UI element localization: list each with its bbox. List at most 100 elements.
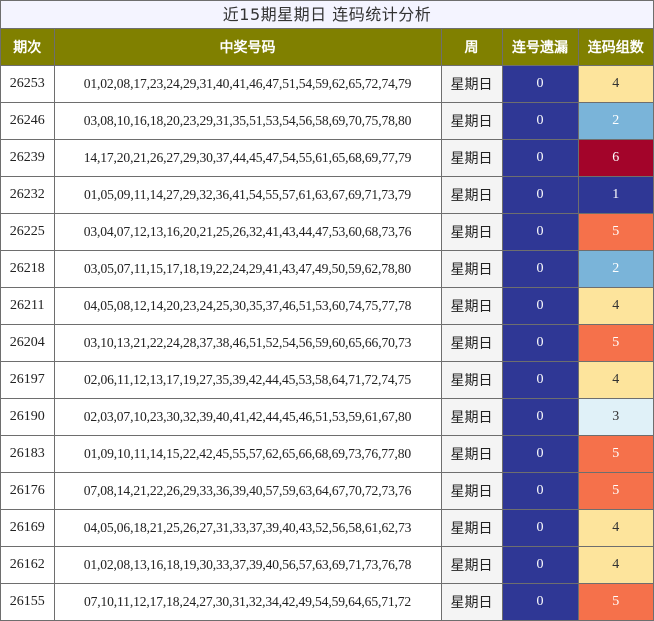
week-cell: 星期日 (440, 324, 503, 362)
groups-cell: 2 (577, 102, 653, 140)
week-cell: 星期日 (440, 398, 503, 436)
groups-cell: 4 (577, 546, 653, 584)
omission-cell: 0 (501, 472, 579, 510)
groups-cell: 5 (577, 435, 653, 473)
week-cell: 星期日 (440, 65, 503, 103)
numbers-cell: 01,02,08,13,16,18,19,30,33,37,39,40,56,5… (53, 546, 442, 584)
issue-cell: 26246 (1, 102, 55, 140)
header-numbers: 中奖号码 (53, 29, 442, 66)
groups-cell: 4 (577, 287, 653, 325)
header-issue: 期次 (1, 29, 55, 66)
omission-cell: 0 (501, 398, 579, 436)
omission-cell: 0 (501, 287, 579, 325)
lottery-table: 期次 中奖号码 周 连号遗漏 连码组数 26253 01,02,08,17,23,… (1, 29, 653, 621)
week-cell: 星期日 (440, 213, 503, 251)
groups-cell: 4 (577, 65, 653, 103)
omission-cell: 0 (501, 546, 579, 584)
issue-cell: 26239 (1, 139, 55, 177)
numbers-cell: 03,04,07,12,13,16,20,21,25,26,32,41,43,4… (53, 213, 442, 251)
omission-cell: 0 (501, 583, 579, 621)
header-groups: 连码组数 (577, 29, 653, 66)
table-body: 26253 01,02,08,17,23,24,29,31,40,41,46,47… (1, 65, 653, 621)
table-row: 26246 03,08,10,16,18,20,23,29,31,35,51,53… (1, 102, 653, 140)
issue-cell: 26204 (1, 324, 55, 362)
omission-cell: 0 (501, 361, 579, 399)
week-cell: 星期日 (440, 435, 503, 473)
groups-cell: 5 (577, 324, 653, 362)
table-row: 26190 02,03,07,10,23,30,32,39,40,41,42,44… (1, 398, 653, 436)
header-week: 周 (440, 29, 503, 66)
table-row: 26155 07,10,11,12,17,18,24,27,30,31,32,34… (1, 583, 653, 621)
week-cell: 星期日 (440, 287, 503, 325)
table-row: 26204 03,10,13,21,22,24,28,37,38,46,51,52… (1, 324, 653, 362)
omission-cell: 0 (501, 250, 579, 288)
omission-cell: 0 (501, 324, 579, 362)
week-cell: 星期日 (440, 472, 503, 510)
table-row: 26197 02,06,11,12,13,17,19,27,35,39,42,44… (1, 361, 653, 399)
groups-cell: 5 (577, 472, 653, 510)
omission-cell: 0 (501, 435, 579, 473)
header-omission: 连号遗漏 (501, 29, 579, 66)
groups-cell: 3 (577, 398, 653, 436)
numbers-cell: 04,05,06,18,21,25,26,27,31,33,37,39,40,4… (53, 509, 442, 547)
issue-cell: 26197 (1, 361, 55, 399)
week-cell: 星期日 (440, 176, 503, 214)
table-row: 26225 03,04,07,12,13,16,20,21,25,26,32,41… (1, 213, 653, 251)
numbers-cell: 01,05,09,11,14,27,29,32,36,41,54,55,57,6… (53, 176, 442, 214)
numbers-cell: 07,10,11,12,17,18,24,27,30,31,32,34,42,4… (53, 583, 442, 621)
table-row: 26162 01,02,08,13,16,18,19,30,33,37,39,40… (1, 546, 653, 584)
table-row: 26169 04,05,06,18,21,25,26,27,31,33,37,39… (1, 509, 653, 547)
numbers-cell: 01,09,10,11,14,15,22,42,45,55,57,62,65,6… (53, 435, 442, 473)
omission-cell: 0 (501, 509, 579, 547)
week-cell: 星期日 (440, 546, 503, 584)
week-cell: 星期日 (440, 139, 503, 177)
issue-cell: 26162 (1, 546, 55, 584)
table-row: 26232 01,05,09,11,14,27,29,32,36,41,54,55… (1, 176, 653, 214)
table-row: 26239 14,17,20,21,26,27,29,30,37,44,45,47… (1, 139, 653, 177)
groups-cell: 5 (577, 583, 653, 621)
table-row: 26211 04,05,08,12,14,20,23,24,25,30,35,37… (1, 287, 653, 325)
numbers-cell: 07,08,14,21,22,26,29,33,36,39,40,57,59,6… (53, 472, 442, 510)
numbers-cell: 01,02,08,17,23,24,29,31,40,41,46,47,51,5… (53, 65, 442, 103)
groups-cell: 4 (577, 509, 653, 547)
omission-cell: 0 (501, 139, 579, 177)
numbers-cell: 03,08,10,16,18,20,23,29,31,35,51,53,54,5… (53, 102, 442, 140)
groups-cell: 1 (577, 176, 653, 214)
issue-cell: 26232 (1, 176, 55, 214)
issue-cell: 26190 (1, 398, 55, 436)
table-row: 26253 01,02,08,17,23,24,29,31,40,41,46,47… (1, 65, 653, 103)
groups-cell: 2 (577, 250, 653, 288)
omission-cell: 0 (501, 176, 579, 214)
numbers-cell: 02,03,07,10,23,30,32,39,40,41,42,44,45,4… (53, 398, 442, 436)
page-title: 近15期星期日 连码统计分析 (1, 1, 653, 29)
groups-cell: 6 (577, 139, 653, 177)
groups-cell: 5 (577, 213, 653, 251)
week-cell: 星期日 (440, 250, 503, 288)
omission-cell: 0 (501, 102, 579, 140)
issue-cell: 26253 (1, 65, 55, 103)
omission-cell: 0 (501, 213, 579, 251)
table-row: 26218 03,05,07,11,15,17,18,19,22,24,29,41… (1, 250, 653, 288)
omission-cell: 0 (501, 65, 579, 103)
issue-cell: 26183 (1, 435, 55, 473)
week-cell: 星期日 (440, 102, 503, 140)
issue-cell: 26176 (1, 472, 55, 510)
stats-panel: 近15期星期日 连码统计分析 期次 中奖号码 周 连号遗漏 连码组数 26253… (0, 0, 654, 621)
week-cell: 星期日 (440, 361, 503, 399)
issue-cell: 26225 (1, 213, 55, 251)
table-row: 26183 01,09,10,11,14,15,22,42,45,55,57,62… (1, 435, 653, 473)
header-row: 期次 中奖号码 周 连号遗漏 连码组数 (1, 29, 653, 66)
week-cell: 星期日 (440, 583, 503, 621)
week-cell: 星期日 (440, 509, 503, 547)
numbers-cell: 03,05,07,11,15,17,18,19,22,24,29,41,43,4… (53, 250, 442, 288)
issue-cell: 26211 (1, 287, 55, 325)
numbers-cell: 14,17,20,21,26,27,29,30,37,44,45,47,54,5… (53, 139, 442, 177)
issue-cell: 26218 (1, 250, 55, 288)
numbers-cell: 02,06,11,12,13,17,19,27,35,39,42,44,45,5… (53, 361, 442, 399)
issue-cell: 26169 (1, 509, 55, 547)
numbers-cell: 04,05,08,12,14,20,23,24,25,30,35,37,46,5… (53, 287, 442, 325)
issue-cell: 26155 (1, 583, 55, 621)
numbers-cell: 03,10,13,21,22,24,28,37,38,46,51,52,54,5… (53, 324, 442, 362)
groups-cell: 4 (577, 361, 653, 399)
table-row: 26176 07,08,14,21,22,26,29,33,36,39,40,57… (1, 472, 653, 510)
